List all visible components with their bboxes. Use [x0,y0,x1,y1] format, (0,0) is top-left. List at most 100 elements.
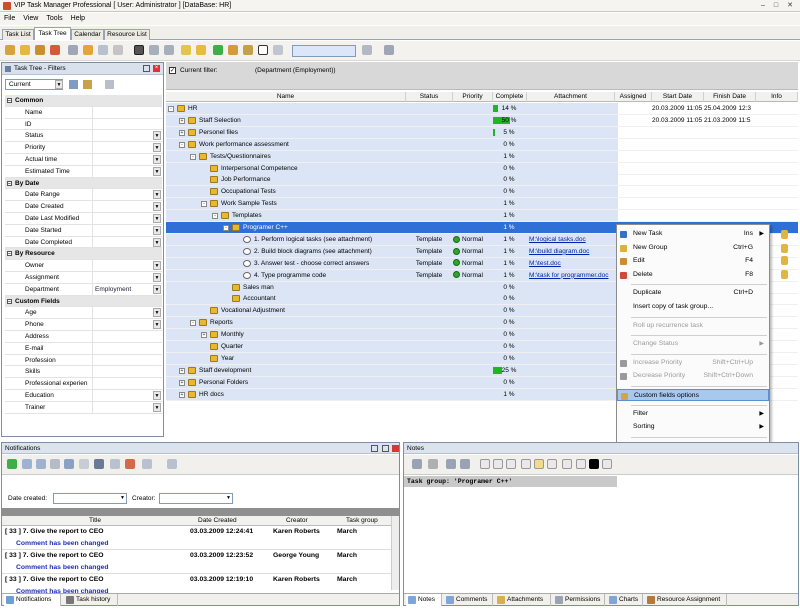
align-left-icon[interactable] [521,459,531,469]
cut-icon[interactable] [428,459,438,469]
sort-icon[interactable] [164,45,174,55]
filter-value[interactable] [92,130,162,142]
filter-value[interactable] [92,389,162,401]
save-filter-icon[interactable] [69,80,78,89]
chevron-down-icon[interactable]: ▼ [153,237,161,247]
filter-value[interactable] [92,307,162,319]
move-down-icon[interactable] [149,45,159,55]
filter-value[interactable] [92,354,162,366]
close-icon[interactable] [392,445,399,452]
filter-value[interactable] [92,260,162,271]
menu-item-new-group[interactable]: New Group Ctrl+G [617,242,769,254]
col-task-group[interactable]: Task group [346,516,378,526]
print-icon[interactable] [446,459,456,469]
view-icon[interactable] [50,459,60,469]
filter-value[interactable] [92,366,162,378]
attachment-link[interactable]: M:\test.doc [529,258,614,269]
menu-item-sorting[interactable]: Sorting ▶ [617,421,769,433]
chevron-down-icon[interactable]: ▼ [153,261,161,271]
filter-section[interactable]: − Common [5,95,162,107]
chevron-down-icon[interactable]: ▼ [153,402,161,412]
filter-row[interactable]: Name [5,106,162,119]
menu-file[interactable]: File [0,13,19,25]
tab-permissions[interactable]: Permissions [553,594,605,606]
edit-icon[interactable] [35,45,45,55]
chevron-down-icon[interactable]: ▼ [153,190,161,200]
col-date-created[interactable]: Date Created [198,516,237,526]
tab-notes[interactable]: Notes [406,594,442,606]
filter-value[interactable] [92,118,162,130]
filter-row[interactable]: Education ▼ [5,389,162,402]
col-finish-date[interactable]: Finish Date [704,92,756,102]
filter-row[interactable]: Date Last Modified ▼ [5,212,162,225]
col-priority[interactable]: Priority [453,92,493,102]
delete-icon[interactable] [50,45,60,55]
filter-row[interactable]: Professional experien [5,378,162,390]
filter-section[interactable]: − Custom Fields [5,295,162,308]
current-filter-checkbox[interactable]: ✓ [169,67,176,74]
font-icon[interactable] [602,459,612,469]
col-info[interactable]: Info [756,92,798,102]
filter-value[interactable] [92,189,162,201]
creator-select[interactable] [159,493,233,504]
details-icon[interactable] [64,459,74,469]
copy-icon[interactable] [98,45,108,55]
expand-icon[interactable]: + [179,367,185,374]
filter-row[interactable]: Owner ▼ [5,260,162,272]
collapse-icon[interactable]: − [7,98,12,104]
filter-value[interactable] [92,142,162,153]
col-status[interactable]: Status [406,92,453,102]
filter-icon[interactable] [94,459,104,469]
load-filter-icon[interactable] [83,80,92,89]
mark-read-icon[interactable] [22,459,32,469]
settings-icon[interactable] [79,459,89,469]
close-button[interactable]: ✕ [785,1,795,10]
expand-icon[interactable]: + [179,391,185,398]
attachment-link[interactable]: M:\task for programmer.doc [529,270,614,281]
columns-icon[interactable] [142,459,152,469]
underline-icon[interactable] [506,459,516,469]
expand-icon[interactable]: + [179,129,185,136]
collapse-icon[interactable]: - [212,213,218,220]
filter-row[interactable]: Actual time ▼ [5,153,162,166]
view-select[interactable] [292,45,356,57]
date-created-select[interactable] [53,493,127,504]
print-icon[interactable] [228,45,238,55]
tab-attachments[interactable]: Attachments [495,594,551,606]
menu-item-duplicate[interactable]: Duplicate Ctrl+D [617,287,769,299]
col-complete[interactable]: Complete [493,92,527,102]
chevron-down-icon[interactable]: ▼ [153,390,161,400]
tree-row[interactable]: - Tests/Questionnaires 1 % [166,150,798,163]
filter-row[interactable]: Skills [5,366,162,379]
expand-icon[interactable]: + [201,332,207,339]
tab-notifications[interactable]: Notifications [4,594,61,606]
filter-row[interactable]: ID [5,118,162,131]
filter-value[interactable] [92,378,162,389]
tab-comments[interactable]: Comments [444,594,493,606]
tab-calendar[interactable]: Calendar [71,29,104,40]
minimize-button[interactable]: – [758,1,768,10]
filter-icon[interactable] [83,45,93,55]
layout-icon[interactable] [384,45,394,55]
filter-row[interactable]: Department Employment ▼ [5,283,162,296]
filter-section[interactable]: − By Resource [5,248,162,261]
collapse-icon[interactable]: - [179,141,185,148]
tree-row[interactable]: - Templates 1 % [166,210,798,223]
filter-value[interactable]: Employment [92,283,162,295]
filter-value[interactable] [92,212,162,224]
filter-value[interactable] [92,165,162,177]
options-icon[interactable] [362,45,372,55]
tab-resource-list[interactable]: Resource List [104,29,150,40]
filter-value[interactable] [92,236,162,248]
paste-icon[interactable] [113,45,123,55]
collapse-icon[interactable]: - [168,106,174,112]
flag-icon[interactable] [110,459,120,469]
pin-icon[interactable] [143,65,150,72]
tree-row[interactable]: + Personel files 5 % [166,126,798,139]
align-center-icon[interactable] [534,459,544,469]
filter-row[interactable]: Date Completed ▼ [5,236,162,249]
new-group-icon[interactable] [20,45,30,55]
filter-value[interactable] [92,153,162,165]
maximize-button[interactable]: □ [771,1,781,10]
refresh-icon[interactable] [213,45,223,55]
